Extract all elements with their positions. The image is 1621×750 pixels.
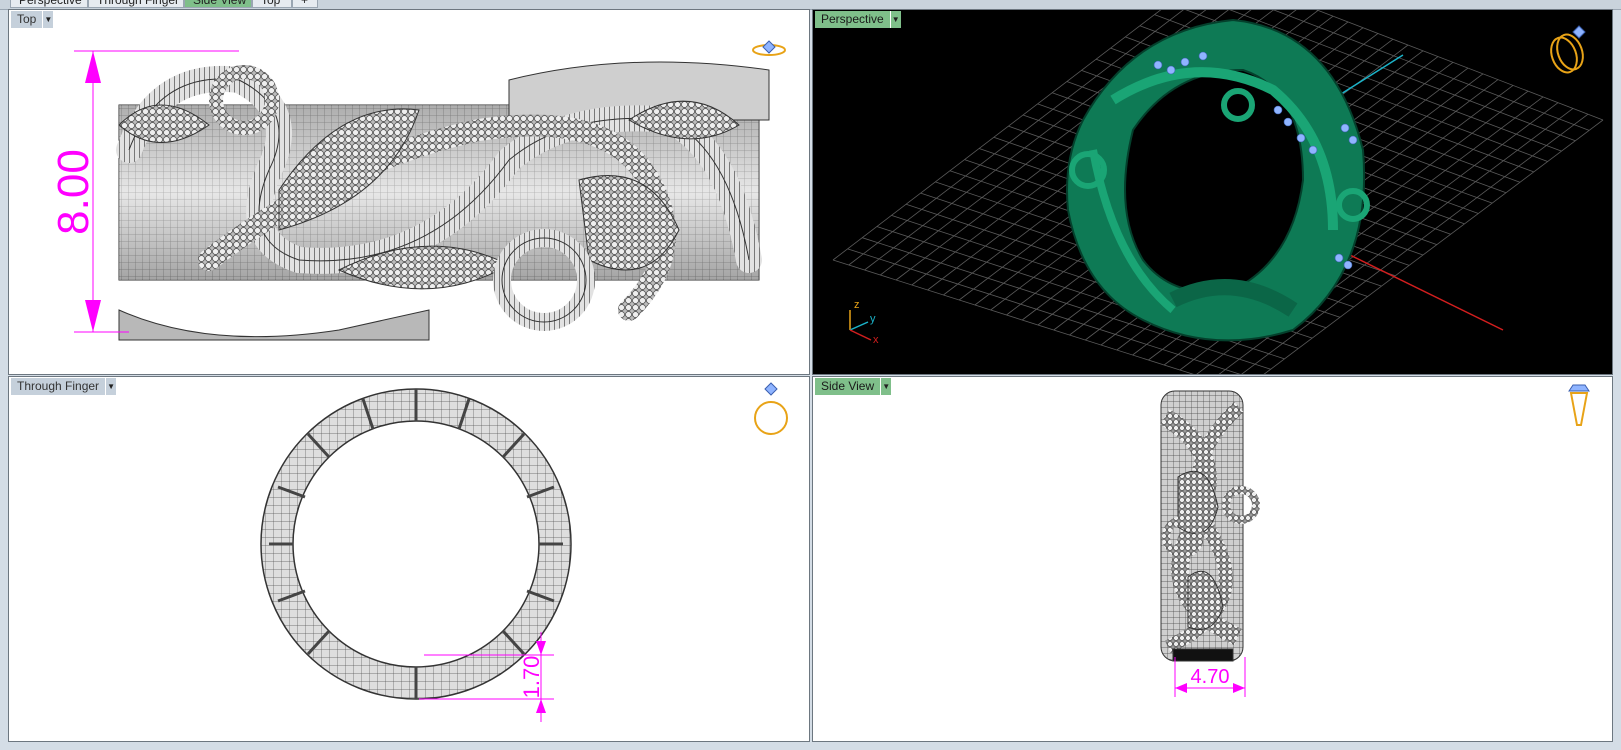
viewport-through-finger[interactable]: Through Finger ▼ 1.70 <box>8 376 810 742</box>
shank-thickness-text: 1.70 <box>519 656 544 699</box>
ring-front-widget-icon[interactable] <box>754 382 788 435</box>
through-finger-model: 1.70 <box>260 382 788 722</box>
tab-side-view[interactable]: Side View <box>184 0 252 8</box>
viewport-label-top[interactable]: Top ▼ <box>11 11 54 28</box>
axis-z-label: z <box>854 299 860 311</box>
viewport-perspective[interactable]: Perspective ▼ z y x <box>812 9 1613 375</box>
chevron-down-icon[interactable]: ▼ <box>880 378 892 395</box>
side-view-model: 4.70 <box>1160 384 1590 697</box>
viewport-label-perspective[interactable]: Perspective ▼ <box>815 11 901 28</box>
chevron-down-icon[interactable]: ▼ <box>889 11 901 28</box>
ring-side-widget-icon[interactable] <box>1568 384 1590 426</box>
height-dimension-text: 8.00 <box>49 149 98 235</box>
axis-y-label: y <box>870 313 876 325</box>
tab-add[interactable]: + <box>292 0 318 8</box>
top-view-model: 8.00 <box>49 40 786 341</box>
viewport-title: Top <box>11 11 43 28</box>
axes-triad-icon: z y x <box>849 299 879 346</box>
viewport-side-view[interactable]: Side View ▼ 4.70 <box>812 376 1613 742</box>
ring-perspective-widget-icon[interactable] <box>1547 25 1588 76</box>
chevron-down-icon[interactable]: ▼ <box>105 378 117 395</box>
viewport-title: Perspective <box>815 11 890 28</box>
viewport-title: Side View <box>815 378 881 395</box>
perspective-view-scene: z y x <box>832 10 1604 374</box>
chevron-down-icon[interactable]: ▼ <box>42 11 54 28</box>
tab-perspective[interactable]: Perspective <box>10 0 88 8</box>
viewport-top[interactable]: Top ▼ 8.00 <box>8 9 810 375</box>
tab-through-finger[interactable]: Through Finger <box>88 0 184 8</box>
width-dimension-text: 4.70 <box>1191 666 1230 688</box>
axis-x-label: x <box>873 334 879 346</box>
viewport-label-side-view[interactable]: Side View ▼ <box>815 378 892 395</box>
ring-top-widget-icon[interactable] <box>752 40 786 56</box>
tab-top[interactable]: Top <box>252 0 292 8</box>
viewport-title: Through Finger <box>11 378 106 395</box>
width-dimension: 4.70 <box>1174 657 1246 697</box>
viewport-label-through-finger[interactable]: Through Finger ▼ <box>11 378 117 395</box>
ring-model-green <box>1066 18 1370 342</box>
